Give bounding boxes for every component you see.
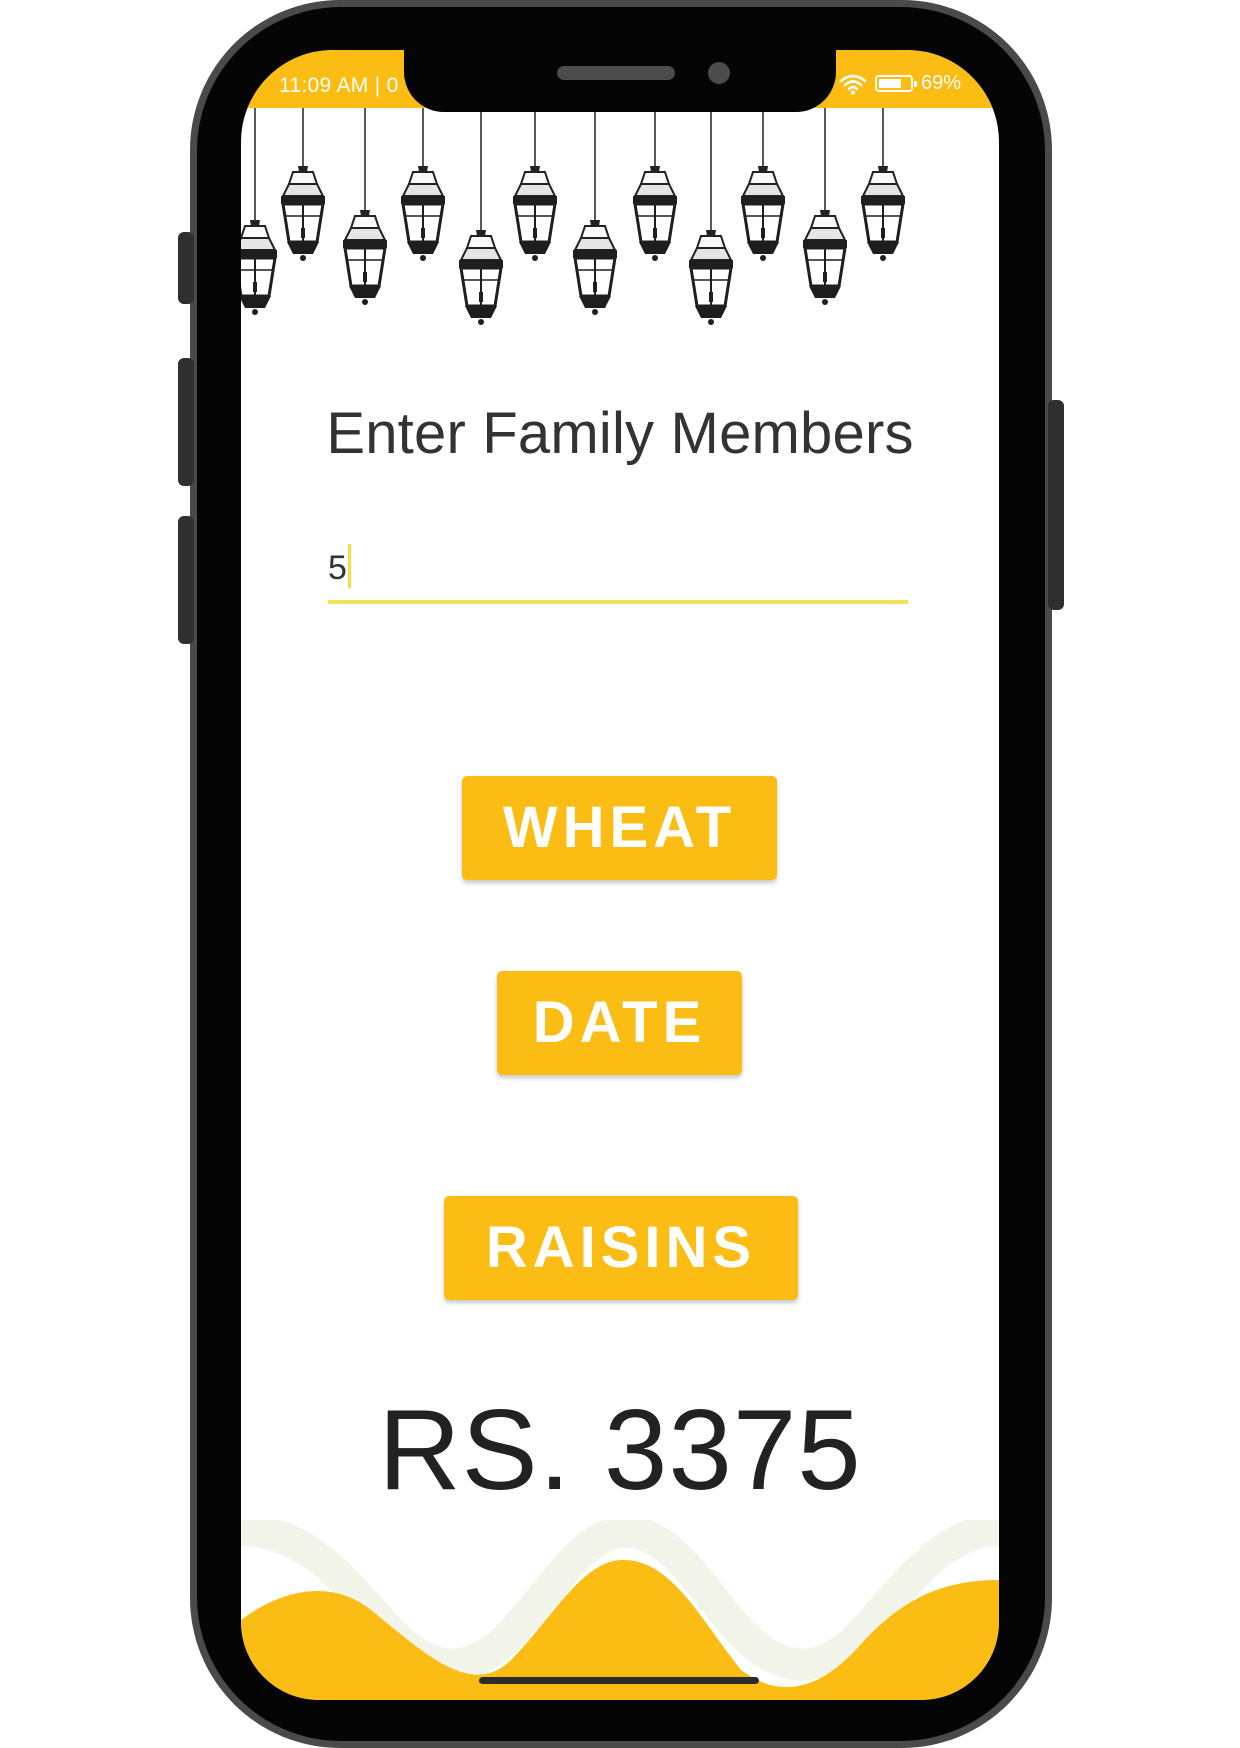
phone-power-button [1048, 400, 1064, 610]
phone-side-button [178, 232, 194, 304]
wave-decoration [241, 1520, 999, 1700]
family-members-input[interactable] [328, 538, 908, 598]
battery-icon [874, 75, 917, 92]
lantern-decoration [241, 108, 907, 327]
speaker-grille [557, 66, 675, 80]
lantern-icon [241, 108, 279, 317]
date-button[interactable]: DATE [497, 971, 742, 1075]
wheat-button[interactable]: WHEAT [462, 776, 777, 880]
home-indicator[interactable] [479, 1677, 759, 1684]
page-title: Enter Family Members [326, 401, 914, 466]
phone-notch [404, 50, 836, 112]
status-time: 11:09 AM | 0 [279, 74, 399, 97]
battery-percent: 69% [920, 72, 961, 94]
wifi-icon [839, 74, 867, 94]
phone-volume-up-button [178, 358, 194, 486]
family-members-field[interactable] [328, 538, 908, 604]
app-screen: 11:09 AM | 0 69% Enter Family Members 5 … [241, 50, 999, 1700]
raisins-button[interactable]: RAISINS [444, 1196, 798, 1300]
total-amount: RS. 3375 [378, 1387, 862, 1514]
text-caret [348, 544, 351, 588]
front-camera [708, 62, 730, 84]
phone-volume-down-button [178, 516, 194, 644]
status-indicators: 69% [839, 72, 961, 95]
